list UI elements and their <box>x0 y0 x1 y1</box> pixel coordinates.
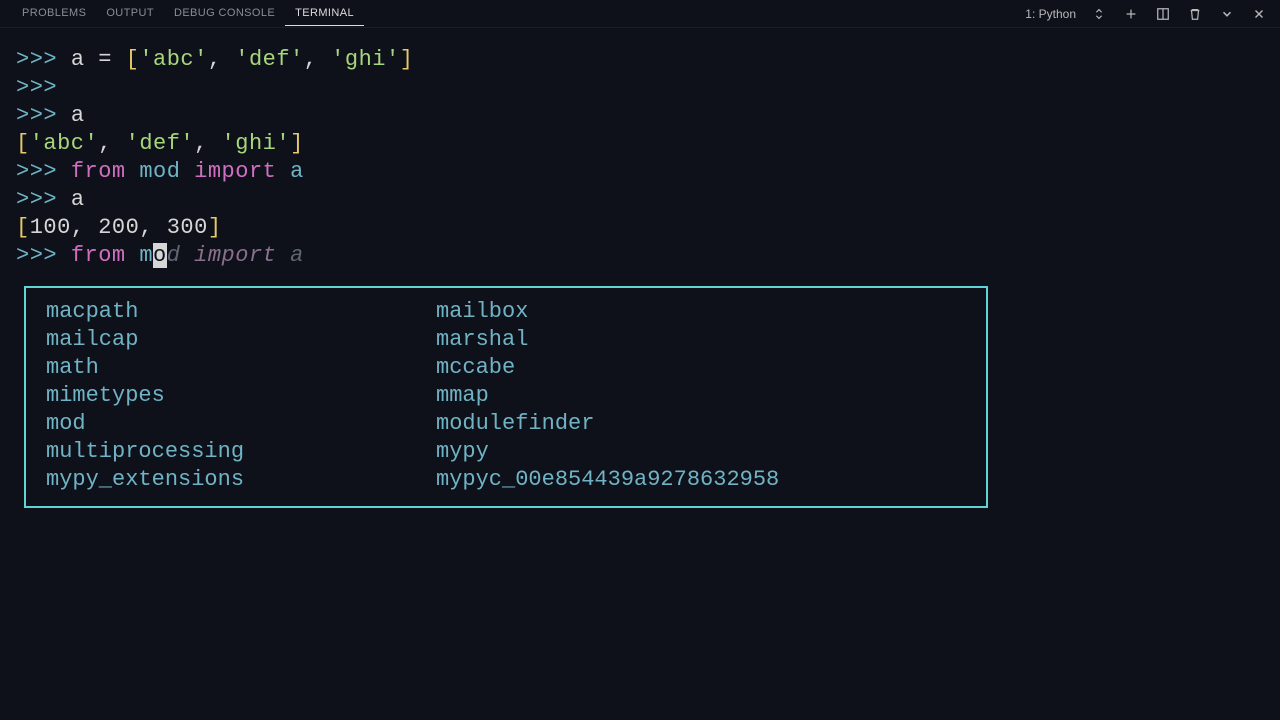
repl-prompt: >>> <box>16 159 57 184</box>
terminal-line: >>> a = ['abc', 'def', 'ghi'] <box>16 46 1264 74</box>
terminal-line: ['abc', 'def', 'ghi'] <box>16 130 1264 158</box>
new-terminal-icon[interactable] <box>1122 5 1140 23</box>
completion-item[interactable]: mailcap <box>46 326 436 354</box>
repl-prompt: >>> <box>16 243 57 268</box>
terminal-line: >>> a <box>16 102 1264 130</box>
chevron-down-icon[interactable] <box>1218 5 1236 23</box>
close-panel-icon[interactable] <box>1250 5 1268 23</box>
terminal-line: >>> a <box>16 186 1264 214</box>
terminal-selector-updown-icon[interactable] <box>1090 5 1108 23</box>
completion-item[interactable]: macpath <box>46 298 436 326</box>
terminal-line: >>> <box>16 74 1264 102</box>
panel-tabs: PROBLEMS OUTPUT DEBUG CONSOLE TERMINAL <box>12 1 364 26</box>
split-terminal-icon[interactable] <box>1154 5 1172 23</box>
completion-item[interactable]: math <box>46 354 436 382</box>
terminal-output[interactable]: >>> a = ['abc', 'def', 'ghi'] >>> >>> a … <box>0 28 1280 288</box>
kill-terminal-icon[interactable] <box>1186 5 1204 23</box>
terminal-selector-label: 1: Python <box>1025 7 1076 21</box>
completion-popup: macpath mailbox mailcap marshal math mcc… <box>24 286 988 508</box>
completion-list: macpath mailbox mailcap marshal math mcc… <box>46 298 966 494</box>
tab-debug-console[interactable]: DEBUG CONSOLE <box>164 1 285 26</box>
terminal-selector[interactable]: 1: Python <box>1025 7 1076 21</box>
terminal-current-line: >>> from mod import a <box>16 242 1264 270</box>
tab-terminal[interactable]: TERMINAL <box>285 1 364 26</box>
completion-item[interactable]: mypy_extensions <box>46 466 436 494</box>
terminal-line: [100, 200, 300] <box>16 214 1264 242</box>
repl-prompt: >>> <box>16 187 57 212</box>
cursor: o <box>153 243 167 268</box>
completion-item[interactable]: multiprocessing <box>46 438 436 466</box>
completion-item[interactable]: mypyc_00e854439a9278632958 <box>436 466 966 494</box>
repl-prompt: >>> <box>16 75 57 100</box>
repl-prompt: >>> <box>16 47 57 72</box>
panel-header: PROBLEMS OUTPUT DEBUG CONSOLE TERMINAL 1… <box>0 0 1280 28</box>
tab-output[interactable]: OUTPUT <box>96 1 164 26</box>
completion-item[interactable]: mypy <box>436 438 966 466</box>
completion-item[interactable]: mod <box>46 410 436 438</box>
panel-header-actions: 1: Python <box>1025 5 1268 23</box>
completion-item[interactable]: mccabe <box>436 354 966 382</box>
completion-item[interactable]: mimetypes <box>46 382 436 410</box>
completion-item[interactable]: marshal <box>436 326 966 354</box>
completion-item[interactable]: mmap <box>436 382 966 410</box>
completion-item[interactable]: modulefinder <box>436 410 966 438</box>
terminal-line: >>> from mod import a <box>16 158 1264 186</box>
tab-problems[interactable]: PROBLEMS <box>12 1 96 26</box>
repl-prompt: >>> <box>16 103 57 128</box>
completion-item[interactable]: mailbox <box>436 298 966 326</box>
ghost-suggestion: d import a <box>167 243 304 268</box>
